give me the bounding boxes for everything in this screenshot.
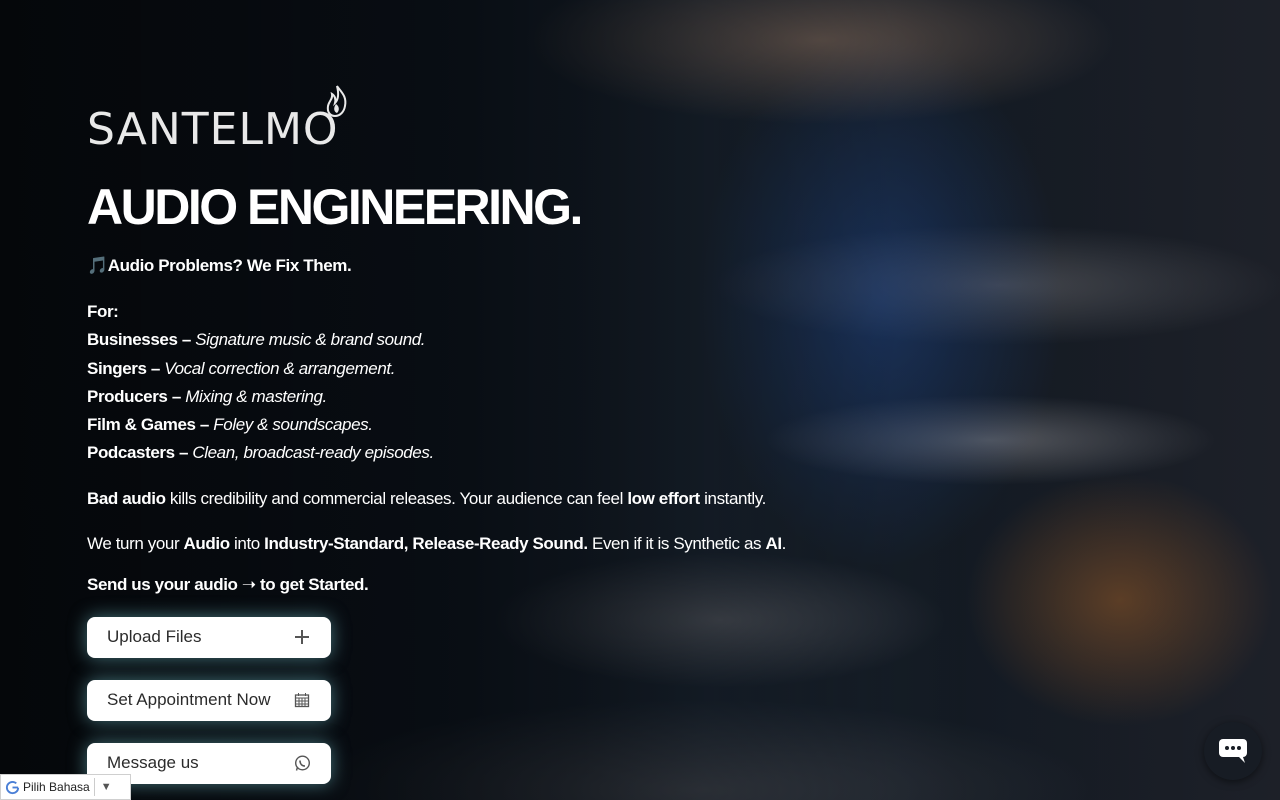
whatsapp-icon [293,754,311,772]
page-title: AUDIO ENGINEERING. [87,179,583,235]
page: SANTELMO AUDIO ENGINEERING. 🎵Audio Probl… [0,0,1280,800]
audience-list: For: Businesses – Signature music & bran… [87,298,847,468]
chat-icon [1219,739,1247,763]
value-statement: We turn your Audio into Industry-Standar… [87,533,786,553]
list-item: Podcasters – Clean, broadcast-ready epis… [87,443,434,463]
upload-files-label: Upload Files [107,627,202,647]
problem-statement: Bad audio kills credibility and commerci… [87,488,766,508]
brand-logo[interactable]: SANTELMO [87,84,367,155]
logo-text: SANTELMO [87,104,339,155]
language-label: Pilih Bahasa [23,780,90,794]
chat-widget-button[interactable] [1204,722,1262,780]
list-item: Film & Games – Foley & soundscapes. [87,415,373,435]
list-item: Producers – Mixing & mastering. [87,386,327,406]
list-item: Businesses – Signature music & brand sou… [87,330,426,350]
set-appointment-button[interactable]: Set Appointment Now [87,679,331,721]
cta-text: Send us your audio ➝ to get Started. [87,574,369,594]
tagline: 🎵Audio Problems? We Fix Them. [87,256,352,275]
hero-content: SANTELMO AUDIO ENGINEERING. 🎵Audio Probl… [87,84,847,784]
flame-icon [326,85,347,118]
language-selector[interactable]: Pilih Bahasa ▼ [0,774,131,800]
list-item: Singers – Vocal correction & arrangement… [87,358,396,378]
audience-heading: For: [87,302,119,321]
message-us-label: Message us [107,753,199,773]
divider [93,778,95,796]
chevron-down-icon: ▼ [100,781,112,793]
google-icon [1,780,23,795]
plus-icon [293,628,311,646]
upload-files-button[interactable]: Upload Files [87,616,331,658]
calendar-icon [293,691,311,709]
set-appointment-label: Set Appointment Now [107,690,271,710]
